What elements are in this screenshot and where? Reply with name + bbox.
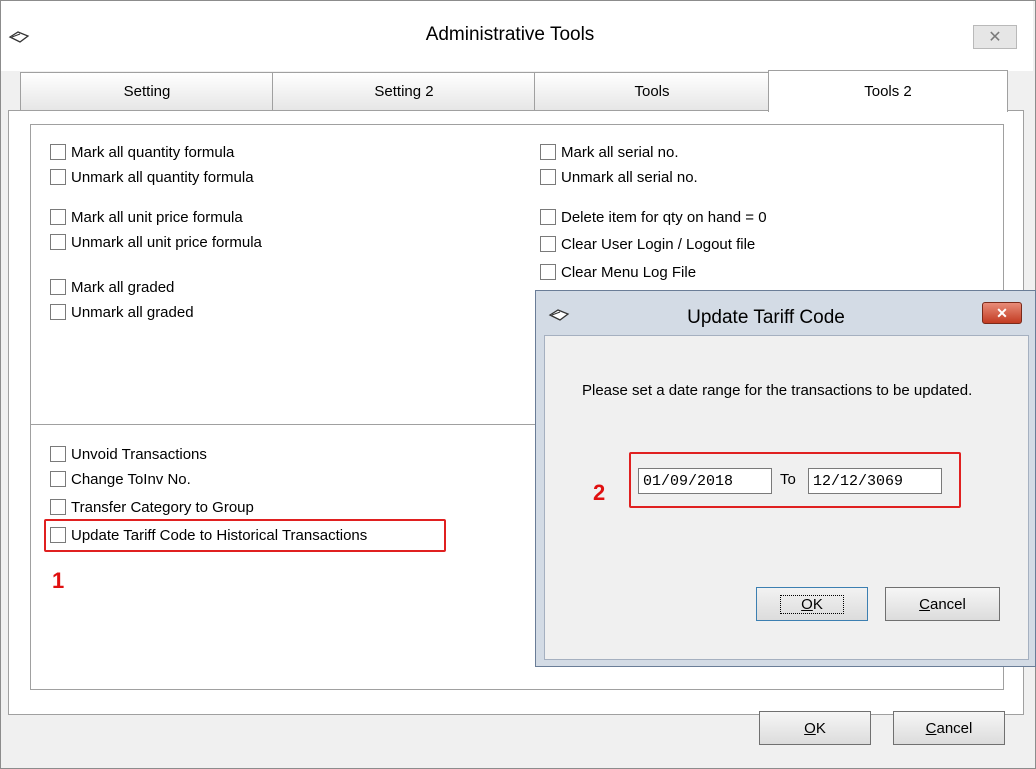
cancel-mnemonic: C (925, 719, 937, 737)
ok-label-rest: K (815, 719, 826, 737)
tab-tools-2[interactable]: Tools 2 (768, 70, 1008, 112)
checkbox-label: Transfer Category to Group (71, 498, 254, 516)
tab-label: Setting (123, 83, 171, 100)
checkbox-mark-all-quantity-formula[interactable]: Mark all quantity formula (50, 141, 234, 163)
update-tariff-code-dialog: Update Tariff Code ✕ Please set a date r… (535, 290, 1036, 667)
ok-button[interactable]: OK (759, 711, 871, 745)
checkbox-box[interactable] (50, 304, 66, 320)
checkbox-box[interactable] (50, 446, 66, 462)
dialog-ok-button[interactable]: OK (756, 587, 868, 621)
tab-label: Setting 2 (374, 83, 434, 100)
checkbox-box[interactable] (540, 144, 556, 160)
checkbox-box[interactable] (50, 169, 66, 185)
checkbox-label: Mark all graded (71, 278, 175, 296)
checkbox-unvoid-transactions[interactable]: Unvoid Transactions (50, 443, 207, 465)
checkbox-box[interactable] (540, 209, 556, 225)
ok-mnemonic: O (804, 719, 816, 737)
checkbox-label: Unmark all graded (71, 303, 194, 321)
close-icon: ✕ (988, 29, 1002, 46)
tab-tools[interactable]: Tools (534, 72, 770, 110)
checkbox-clear-user-login-logout[interactable]: Clear User Login / Logout file (540, 233, 755, 255)
checkbox-label: Mark all quantity formula (71, 143, 235, 161)
checkbox-mark-all-unit-price-formula[interactable]: Mark all unit price formula (50, 206, 243, 228)
checkbox-box[interactable] (50, 234, 66, 250)
dialog-message: Please set a date range for the transact… (582, 382, 973, 399)
checkbox-label: Mark all unit price formula (71, 208, 243, 226)
checkbox-box[interactable] (50, 471, 66, 487)
window-title: Administrative Tools (425, 24, 595, 45)
checkbox-label: Delete item for qty on hand = 0 (561, 208, 767, 226)
ok-label-rest: K (812, 595, 823, 613)
annotation-number-1: 1 (52, 568, 65, 593)
tab-label: Tools 2 (864, 83, 912, 100)
checkbox-unmark-all-graded[interactable]: Unmark all graded (50, 301, 194, 323)
annotation-number-2: 2 (593, 480, 606, 505)
checkbox-unmark-all-serial-no[interactable]: Unmark all serial no. (540, 166, 698, 188)
checkbox-unmark-all-quantity-formula[interactable]: Unmark all quantity formula (50, 166, 254, 188)
dialog-cancel-button[interactable]: Cancel (885, 587, 1000, 621)
highlight-box-2 (629, 452, 961, 508)
checkbox-box[interactable] (540, 169, 556, 185)
checkbox-label: Unmark all serial no. (561, 168, 698, 186)
checkbox-box[interactable] (50, 499, 66, 515)
focus-rect: OK (780, 594, 844, 614)
checkbox-transfer-category[interactable]: Transfer Category to Group (50, 496, 254, 518)
checkbox-box[interactable] (540, 264, 556, 280)
cancel-label-rest: ancel (936, 719, 973, 737)
ok-mnemonic: O (801, 595, 813, 613)
checkbox-label: Change ToInv No. (71, 470, 191, 488)
checkbox-box[interactable] (50, 209, 66, 225)
checkbox-mark-all-graded[interactable]: Mark all graded (50, 276, 174, 298)
checkbox-clear-menu-log[interactable]: Clear Menu Log File (540, 261, 696, 283)
checkbox-label: Unmark all quantity formula (71, 168, 254, 186)
highlight-box-1 (44, 519, 446, 552)
checkbox-label: Clear Menu Log File (561, 263, 697, 281)
dialog-close-button[interactable]: ✕ (982, 302, 1022, 324)
checkbox-mark-all-serial-no[interactable]: Mark all serial no. (540, 141, 679, 163)
close-icon: ✕ (996, 304, 1008, 321)
dialog-title: Update Tariff Code (687, 307, 845, 328)
checkbox-change-toinv-no[interactable]: Change ToInv No. (50, 468, 191, 490)
checkbox-box[interactable] (50, 279, 66, 295)
cancel-mnemonic: C (919, 595, 930, 613)
cancel-button[interactable]: Cancel (893, 711, 1005, 745)
checkbox-delete-item-qty-zero[interactable]: Delete item for qty on hand = 0 (540, 206, 767, 228)
tab-setting[interactable]: Setting (20, 72, 274, 110)
close-button[interactable]: ✕ (973, 25, 1017, 49)
checkbox-box[interactable] (50, 144, 66, 160)
checkbox-unmark-all-unit-price-formula[interactable]: Unmark all unit price formula (50, 231, 262, 253)
checkbox-label: Mark all serial no. (561, 143, 679, 161)
tab-setting-2[interactable]: Setting 2 (272, 72, 536, 110)
checkbox-box[interactable] (540, 236, 556, 252)
checkbox-label: Unmark all unit price formula (71, 233, 262, 251)
cancel-label-rest: ancel (929, 595, 966, 613)
tab-label: Tools (634, 83, 670, 100)
checkbox-label: Unvoid Transactions (71, 445, 207, 463)
checkbox-label: Clear User Login / Logout file (561, 235, 756, 253)
